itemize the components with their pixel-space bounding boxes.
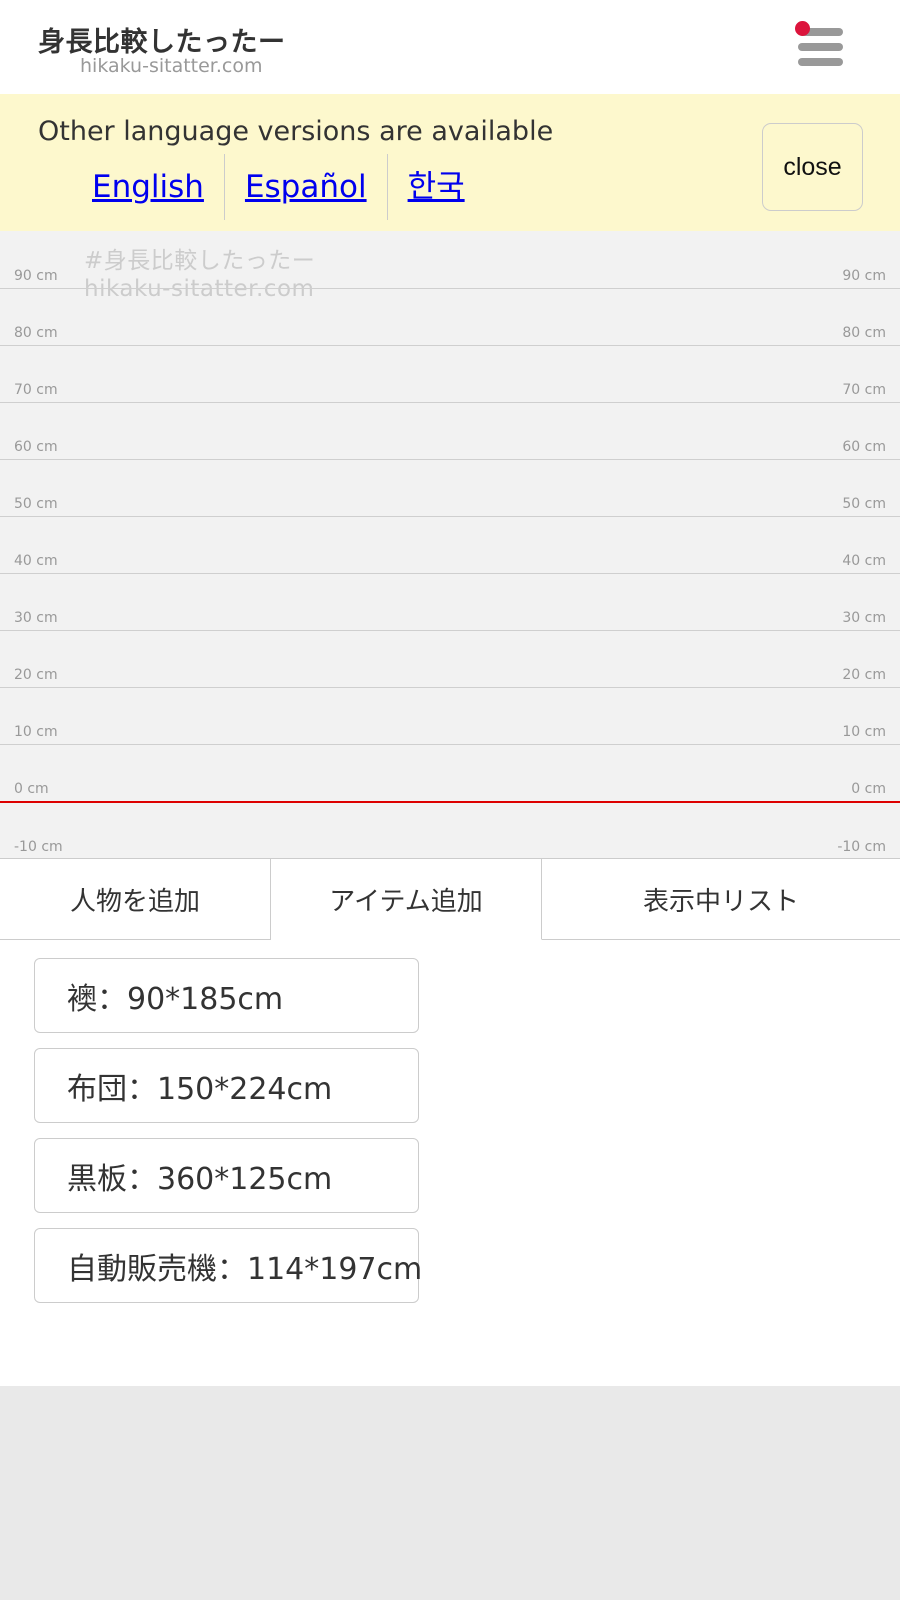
header: 身長比較したったー hikaku-sitatter.com bbox=[0, 0, 900, 94]
gridline bbox=[0, 345, 900, 346]
item-button-fusuma[interactable]: 襖：90*185cm bbox=[34, 958, 419, 1033]
language-banner-message: Other language versions are available bbox=[38, 116, 554, 147]
close-banner-button[interactable]: close bbox=[762, 123, 863, 211]
item-button-blackboard[interactable]: 黒板：360*125cm bbox=[34, 1138, 419, 1213]
gridline bbox=[0, 402, 900, 403]
tick-label-right: 80 cm bbox=[842, 325, 886, 341]
tick-label-left: 90 cm bbox=[14, 268, 58, 284]
tick-label-left: 30 cm bbox=[14, 610, 58, 626]
lang-link-english[interactable]: English bbox=[72, 154, 224, 220]
tick-label-right: 40 cm bbox=[842, 553, 886, 569]
language-banner: Other language versions are available En… bbox=[0, 94, 900, 231]
item-button-vending-machine[interactable]: 自動販売機：114*197cm bbox=[34, 1228, 422, 1303]
watermark-hashtag: #身長比較したったー bbox=[84, 248, 316, 274]
tab-add-item[interactable]: アイテム追加 bbox=[271, 858, 542, 940]
lang-link-korean[interactable]: 한국 bbox=[386, 154, 485, 220]
site-title[interactable]: 身長比較したったー bbox=[38, 20, 286, 59]
tick-label-left: 50 cm bbox=[14, 496, 58, 512]
height-comparison-canvas[interactable]: #身長比較したったー hikaku-sitatter.com 90 cm 90 c… bbox=[0, 231, 900, 858]
gridline bbox=[0, 288, 900, 289]
site-domain: hikaku-sitatter.com bbox=[80, 55, 263, 77]
tick-label-right: -10 cm bbox=[837, 839, 886, 855]
gridline bbox=[0, 687, 900, 688]
tick-label-left: -10 cm bbox=[14, 839, 63, 855]
watermark-domain: hikaku-sitatter.com bbox=[84, 276, 315, 302]
tab-displayed-list[interactable]: 表示中リスト bbox=[542, 858, 900, 940]
language-links: English Español 한국 bbox=[72, 154, 485, 220]
watermark: #身長比較したったー hikaku-sitatter.com bbox=[84, 247, 315, 303]
tick-label-left: 20 cm bbox=[14, 667, 58, 683]
tick-label-left: 40 cm bbox=[14, 553, 58, 569]
tick-label-right: 20 cm bbox=[842, 667, 886, 683]
tick-label-right: 50 cm bbox=[842, 496, 886, 512]
tick-label-right: 90 cm bbox=[842, 268, 886, 284]
lang-link-espanol[interactable]: Español bbox=[223, 154, 387, 220]
hamburger-menu-icon bbox=[798, 58, 843, 66]
tick-label-left: 0 cm bbox=[14, 781, 49, 797]
tab-add-person[interactable]: 人物を追加 bbox=[0, 858, 271, 940]
gridline bbox=[0, 630, 900, 631]
tick-label-right: 70 cm bbox=[842, 382, 886, 398]
gridline bbox=[0, 516, 900, 517]
tick-label-right: 60 cm bbox=[842, 439, 886, 455]
item-button-futon[interactable]: 布団：150*224cm bbox=[34, 1048, 419, 1123]
tick-label-left: 60 cm bbox=[14, 439, 58, 455]
menu-button[interactable] bbox=[790, 20, 848, 72]
tick-label-left: 70 cm bbox=[14, 382, 58, 398]
tick-label-left: 80 cm bbox=[14, 325, 58, 341]
gridline bbox=[0, 573, 900, 574]
notification-dot-icon bbox=[795, 21, 810, 36]
item-list-panel: 襖：90*185cm 布団：150*224cm 黒板：360*125cm 自動販… bbox=[0, 940, 900, 1386]
tab-bar: 人物を追加 アイテム追加 表示中リスト bbox=[0, 858, 900, 940]
hamburger-menu-icon bbox=[798, 43, 843, 51]
baseline-zero bbox=[0, 801, 900, 803]
tick-label-right: 10 cm bbox=[842, 724, 886, 740]
tick-label-left: 10 cm bbox=[14, 724, 58, 740]
tick-label-right: 30 cm bbox=[842, 610, 886, 626]
gridline bbox=[0, 744, 900, 745]
tick-label-right: 0 cm bbox=[851, 781, 886, 797]
gridline bbox=[0, 459, 900, 460]
